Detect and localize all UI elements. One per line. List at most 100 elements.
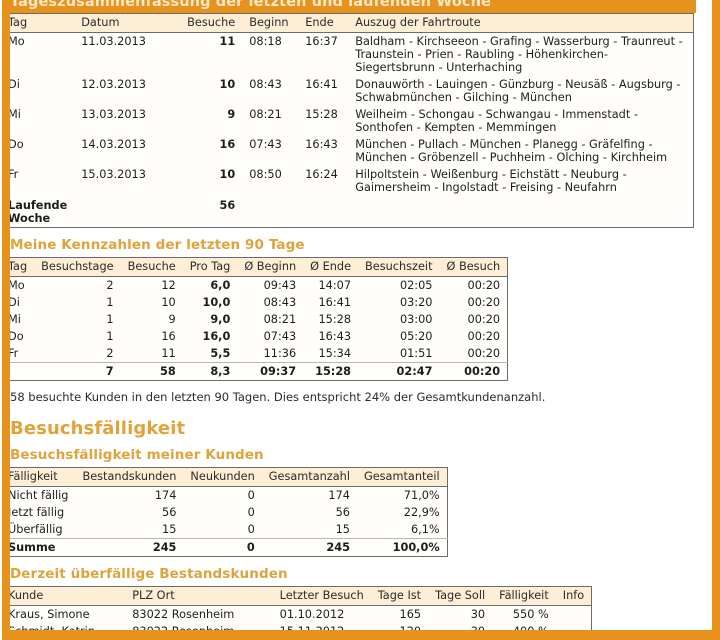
table-row: Überfällig 15 0 15 6,1%	[1, 521, 448, 539]
cell-neukunden: 0	[247, 506, 255, 519]
col-pro-tag: Pro Tag	[182, 257, 238, 277]
cell-faelligkeit: Nicht fällig	[8, 489, 69, 502]
cell-besuche: 11	[219, 35, 236, 48]
cell-ende: 16:41	[305, 78, 338, 91]
cell-besuchstage: 2	[106, 347, 114, 360]
cell-avg-besuch: 00:20	[467, 279, 501, 292]
cell-faelligkeit: 550 %	[512, 608, 549, 621]
table-header-row: Tag Besuchstage Besuche Pro Tag Ø Beginn…	[0, 257, 508, 277]
col-info: Info	[555, 586, 592, 606]
cell-datum: 12.03.2013	[81, 78, 146, 91]
table-row: Mi 1 9 9,0 08:21 15:28 03:00 00:20	[1, 311, 508, 328]
table-row: Di 1 10 10,0 08:43 16:41 03:20 00:20	[1, 294, 508, 311]
cell-beginn: 08:21	[249, 108, 282, 121]
table-header-row: Fälligkeit Bestandskunden Neukunden Gesa…	[0, 467, 448, 487]
cell-total-avg-beginn: 09:37	[237, 362, 304, 381]
col-route: Auszug der Fahrtroute	[348, 13, 694, 33]
cell-pro-tag: 16,0	[202, 330, 231, 343]
window-frame-bottom	[0, 630, 720, 640]
cell-datum: 14.03.2013	[81, 138, 146, 151]
cell-gesamtanzahl: 174	[328, 489, 350, 502]
col-tage-ist: Tage Ist	[370, 586, 429, 606]
kpi-table: Tag Besuchstage Besuche Pro Tag Ø Beginn…	[0, 257, 509, 381]
cell-besuche: 10	[161, 296, 176, 309]
cell-ende: 16:43	[305, 138, 338, 151]
col-gesamtanteil: Gesamtanteil	[356, 467, 448, 487]
cell-neukunden: 0	[247, 489, 255, 502]
col-besuche: Besuche	[174, 13, 243, 33]
cell-besuche: 11	[161, 347, 176, 360]
cell-gesamtanzahl: 15	[335, 523, 350, 536]
cell-avg-beginn: 07:43	[263, 330, 297, 343]
cell-besuchstage: 2	[106, 279, 114, 292]
cell-summary-label: Laufende Woche	[8, 199, 68, 225]
cell-besuche: 9	[227, 108, 236, 121]
cell-pro-tag: 6,0	[210, 279, 231, 292]
subsection-heading-due: Besuchsfälligkeit meiner Kunden	[10, 447, 264, 463]
window-frame-left	[2, 0, 10, 634]
col-besuche: Besuche	[120, 257, 183, 277]
cell-total-besuchszeit: 02:47	[358, 362, 440, 381]
cell-besuche: 16	[161, 330, 176, 343]
cell-total-neukunden: 0	[183, 538, 262, 557]
cell-besuchszeit: 05:20	[399, 330, 433, 343]
cell-pro-tag: 9,0	[210, 313, 231, 326]
table-row: Fr 2 11 5,5 11:36 15:34 01:51 00:20	[1, 345, 508, 363]
cell-tag: Di	[8, 78, 20, 91]
col-ende: Ende	[298, 13, 349, 33]
cell-avg-ende: 15:28	[318, 313, 352, 326]
cell-summary-route	[348, 196, 693, 228]
cell-avg-ende: 16:43	[318, 330, 352, 343]
cell-pro-tag: 5,5	[210, 347, 231, 360]
cell-beginn: 08:50	[249, 168, 282, 181]
cell-total-besuche: 58	[120, 362, 183, 381]
cell-datum: 11.03.2013	[81, 35, 146, 48]
cell-summary-ende	[298, 196, 348, 228]
section-heading-kpi: Meine Kennzahlen der letzten 90 Tage	[10, 237, 305, 253]
cell-bestandskunden: 174	[154, 489, 177, 502]
cell-datum: 15.03.2013	[81, 168, 146, 181]
table-total-row: Summe 245 0 245 100,0%	[0, 538, 448, 557]
col-faelligkeit: Fälligkeit	[492, 586, 556, 606]
cell-avg-beginn: 08:21	[263, 313, 297, 326]
cell-beginn: 07:43	[249, 138, 282, 151]
cell-total-avg-ende: 15:28	[303, 362, 359, 381]
cell-faelligkeit: Jetzt fällig	[8, 506, 65, 519]
col-datum: Datum	[74, 13, 175, 33]
cell-tag: Fr	[8, 168, 19, 181]
cell-summary-beginn	[242, 196, 298, 228]
col-avg-beginn: Ø Beginn	[237, 257, 304, 277]
section-heading-overdue: Derzeit überfällige Bestandskunden	[10, 566, 288, 582]
col-gesamtanzahl: Gesamtanzahl	[261, 467, 357, 487]
report-content: Tageszusammenfassung der letzten und lau…	[0, 0, 720, 640]
col-letzter-besuch: Letzter Besuch	[272, 586, 371, 606]
cell-total-gesamtanteil: 100,0%	[356, 538, 448, 557]
cell-tage-ist: 165	[399, 608, 422, 621]
cell-route: Weilheim - Schongau - Schwangau - Immens…	[355, 108, 638, 134]
cell-tage-soll: 30	[470, 608, 486, 621]
cell-avg-besuch: 00:20	[467, 313, 501, 326]
cell-summary-besuche: 56	[219, 199, 236, 212]
table-row: Do 1 16 16,0 07:43 16:43 05:20 00:20	[1, 328, 508, 345]
col-avg-ende: Ø Ende	[303, 257, 359, 277]
table-row: Kraus, Simone 83022 Rosenheim 01.10.2012 16…	[1, 606, 592, 624]
cell-besuche: 12	[161, 279, 176, 292]
cell-route: München - Pullach - München - Planegg - …	[355, 138, 668, 164]
cell-avg-beginn: 09:43	[263, 279, 297, 292]
cell-datum: 13.03.2013	[81, 108, 146, 121]
col-bestandskunden: Bestandskunden	[75, 467, 184, 487]
week-summary-table: Tag Datum Besuche Beginn Ende Auszug der…	[0, 13, 694, 228]
cell-letzter-besuch: 01.10.2012	[279, 608, 345, 621]
col-besuchszeit: Besuchszeit	[358, 257, 440, 277]
table-summary-row: Laufende Woche 56	[1, 196, 694, 228]
cell-avg-besuch: 00:20	[467, 347, 501, 360]
cell-besuchstage: 1	[106, 296, 114, 309]
cell-total-bestandskunden: 245	[75, 538, 184, 557]
col-besuchstage: Besuchstage	[34, 257, 121, 277]
col-kunde: Kunde	[0, 586, 126, 606]
table-row: Nicht fällig 174 0 174 71,0%	[1, 487, 448, 505]
table-row: Jetzt fällig 56 0 56 22,9%	[1, 504, 448, 521]
cell-gesamtanteil: 6,1%	[410, 523, 440, 536]
cell-ende: 16:37	[305, 35, 338, 48]
section-heading-due: Besuchsfälligkeit	[10, 418, 186, 439]
